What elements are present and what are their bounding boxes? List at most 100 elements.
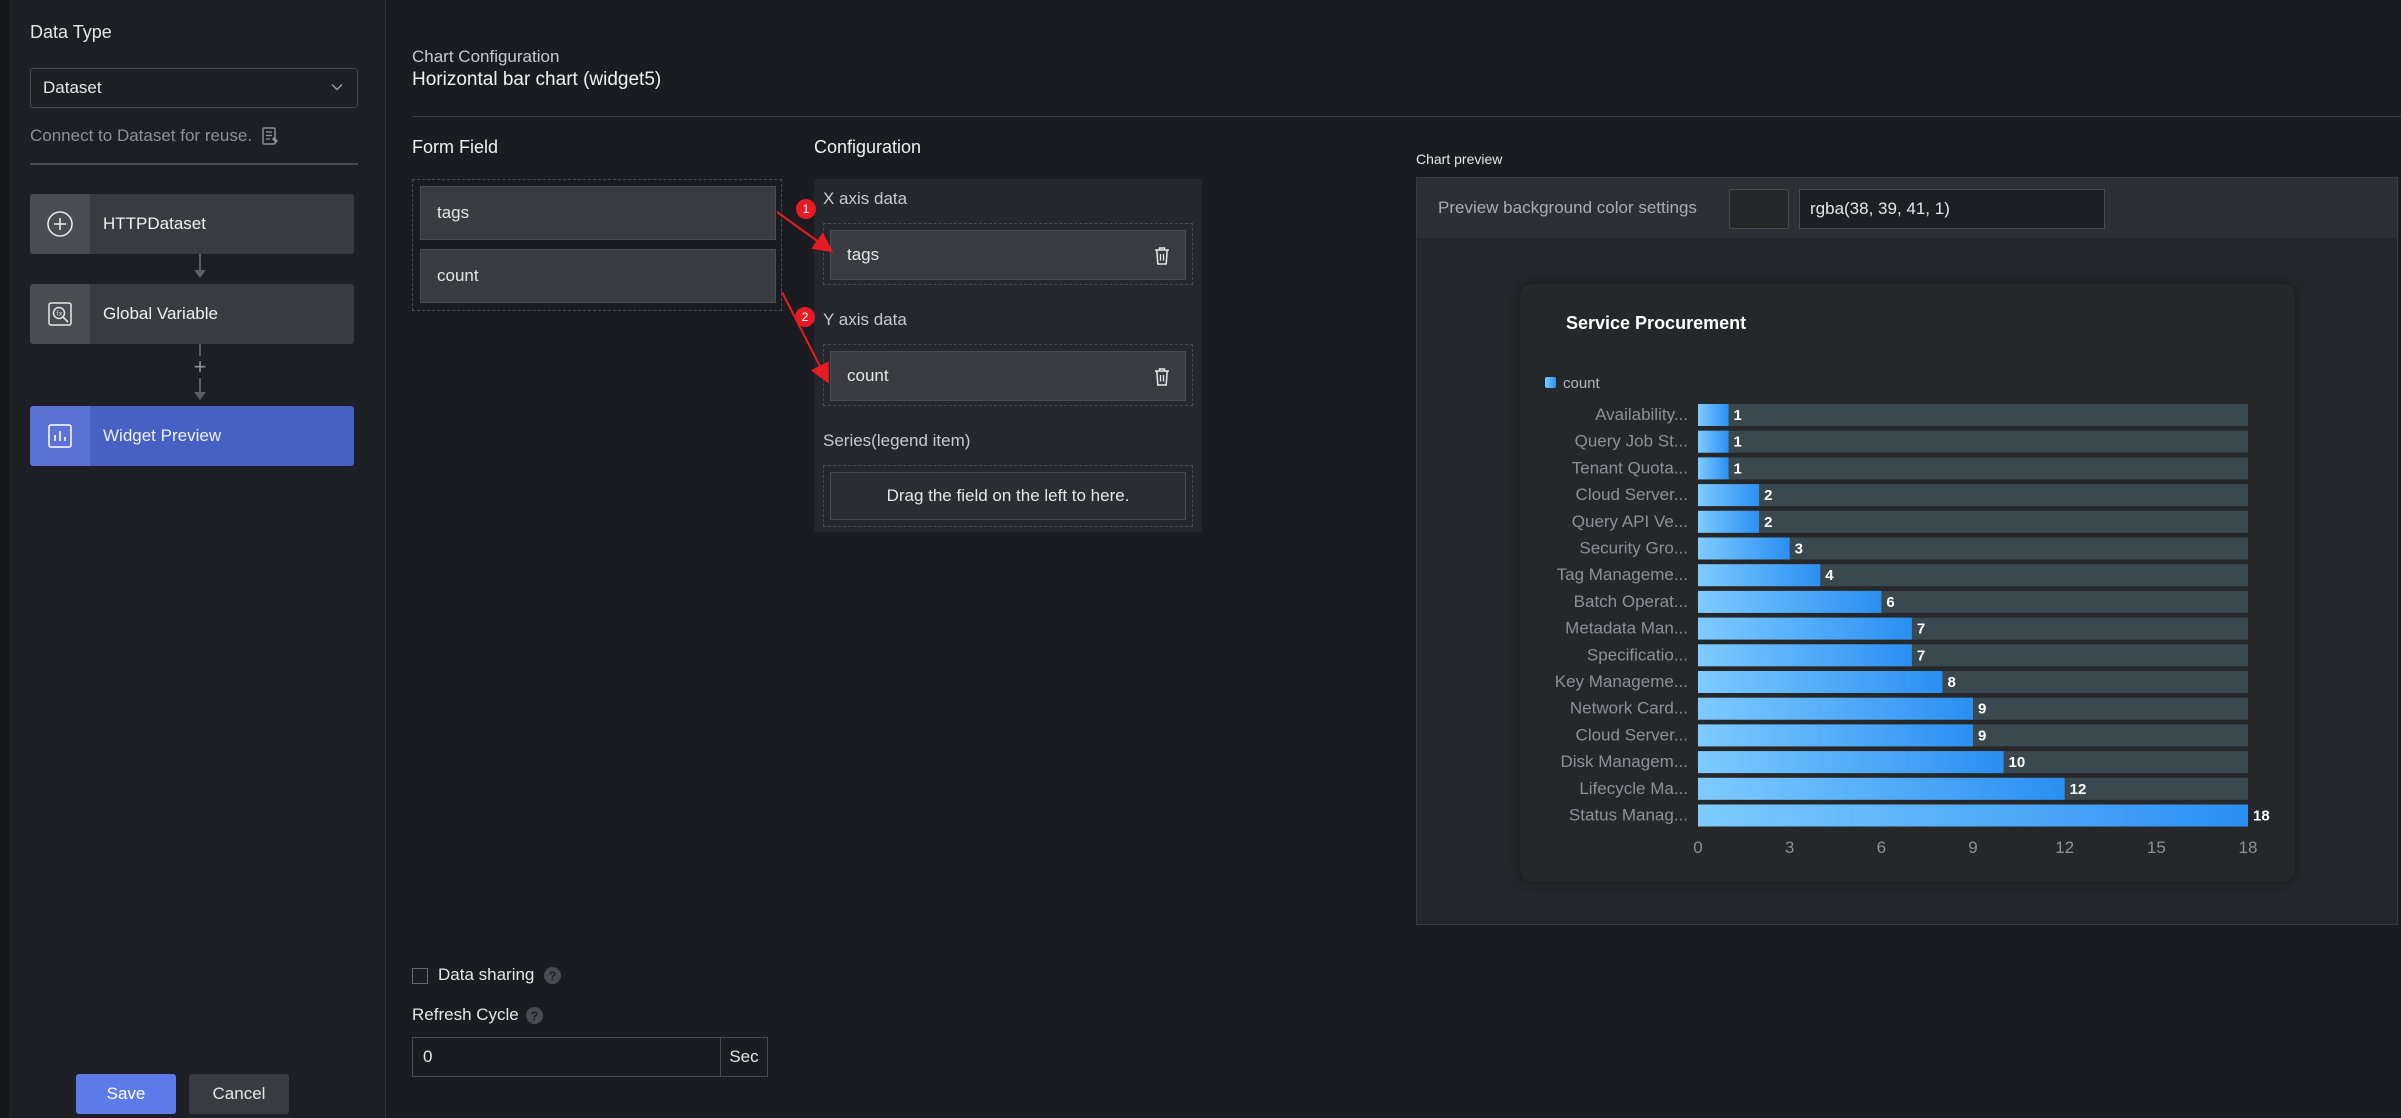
category-label: Disk Managem... — [1560, 752, 1688, 771]
widget-title: Horizontal bar chart (widget5) — [412, 69, 662, 90]
form-field-heading: Form Field — [412, 137, 499, 157]
bar — [1698, 590, 1882, 613]
category-label: Metadata Man... — [1565, 619, 1688, 638]
refresh-cycle-help-icon[interactable]: ? — [526, 1007, 543, 1024]
bar — [1698, 404, 1729, 426]
bar — [1698, 564, 1821, 587]
form-field-count[interactable]: count — [420, 249, 776, 303]
connector-arrow — [194, 392, 206, 400]
configuration-panel: X axis data tags Y axis data count Serie… — [814, 179, 1202, 532]
bg-color-input[interactable] — [1799, 189, 2105, 229]
data-sharing-label: Data sharing — [438, 965, 535, 984]
category-label: Availability... — [1595, 405, 1688, 424]
y-axis-field[interactable]: count — [830, 351, 1186, 401]
legend-swatch — [1545, 377, 1556, 388]
plus-icon[interactable]: + — [191, 356, 209, 378]
x-axis-field-label: tags — [847, 245, 880, 264]
data-label: 1 — [1734, 460, 1742, 477]
refresh-cycle-input[interactable] — [412, 1037, 720, 1077]
configuration-heading: Configuration — [814, 137, 922, 157]
bar-track — [1698, 484, 2248, 507]
category-label: Specificatio... — [1587, 645, 1688, 664]
step-widget-preview[interactable]: Widget Preview — [30, 406, 354, 466]
bar — [1698, 804, 2248, 827]
step-label: Global Variable — [103, 304, 218, 323]
y-axis-drop-zone[interactable]: count — [823, 344, 1193, 406]
data-label: 6 — [1886, 594, 1894, 611]
category-label: Lifecycle Ma... — [1579, 779, 1688, 798]
x-axis-label: X axis data — [823, 189, 908, 208]
data-sharing-help-icon[interactable]: ? — [544, 967, 561, 984]
x-tick-label: 6 — [1877, 838, 1886, 857]
svg-text:fx: fx — [56, 310, 62, 318]
category-label: Security Gro... — [1579, 539, 1688, 558]
refresh-cycle-label: Refresh Cycle — [412, 1005, 519, 1024]
category-label: Network Card... — [1570, 699, 1688, 718]
bar-track — [1698, 457, 2248, 480]
data-label: 7 — [1917, 647, 1925, 664]
category-label: Batch Operat... — [1574, 592, 1688, 611]
x-tick-label: 15 — [2147, 838, 2166, 857]
step-global-variable[interactable]: fx Global Variable — [30, 284, 354, 344]
bar — [1698, 617, 1912, 640]
category-label: Tenant Quota... — [1572, 458, 1688, 477]
preview-bg-label: Preview background color settings — [1438, 198, 1697, 217]
x-axis-drop-zone[interactable]: tags — [823, 223, 1193, 285]
data-label: 9 — [1978, 727, 1986, 744]
bar — [1698, 644, 1912, 667]
mapping-badge-2: 2 — [795, 307, 815, 327]
x-tick-label: 9 — [1968, 838, 1977, 857]
step-httpdataset[interactable]: HTTPDataset — [30, 194, 354, 254]
trash-icon[interactable] — [1153, 246, 1171, 266]
chart-configuration-label: Chart Configuration — [412, 47, 560, 66]
category-label: Query Job St... — [1575, 432, 1688, 451]
x-tick-label: 18 — [2239, 838, 2258, 857]
sidebar: Data Type Dataset Connect to Dataset for… — [9, 0, 386, 1118]
bar — [1698, 751, 2004, 774]
data-label: 9 — [1978, 701, 1986, 718]
data-label: 4 — [1825, 567, 1834, 584]
legend-label: count — [1563, 375, 1601, 392]
connect-dataset-hint: Connect to Dataset for reuse. — [30, 126, 280, 146]
step-connector — [199, 378, 201, 392]
save-button[interactable]: Save — [76, 1074, 176, 1114]
data-type-title: Data Type — [30, 22, 112, 42]
data-label: 10 — [2009, 754, 2026, 771]
data-type-select-value: Dataset — [43, 78, 102, 97]
bg-color-swatch[interactable] — [1729, 189, 1789, 229]
bar-track — [1698, 430, 2248, 453]
trash-icon[interactable] — [1153, 367, 1171, 387]
series-drop-zone[interactable]: Drag the field on the left to here. — [823, 465, 1193, 527]
step-label: Widget Preview — [103, 426, 222, 445]
form-field-tags[interactable]: tags — [420, 186, 776, 240]
document-icon[interactable] — [260, 126, 280, 146]
bar — [1698, 510, 1760, 533]
x-axis-field[interactable]: tags — [830, 230, 1186, 280]
bar — [1698, 671, 1943, 693]
bar — [1698, 457, 1729, 480]
chart-card: Service Procurement count Availability..… — [1520, 284, 2295, 882]
data-sharing-checkbox[interactable] — [412, 968, 428, 984]
x-tick-label: 12 — [2055, 838, 2074, 857]
bar — [1698, 430, 1729, 453]
category-label: Tag Manageme... — [1557, 565, 1688, 584]
cancel-button[interactable]: Cancel — [189, 1074, 289, 1114]
data-label: 3 — [1795, 541, 1803, 558]
x-tick-label: 0 — [1693, 838, 1702, 857]
bar — [1698, 777, 2065, 800]
data-label: 1 — [1734, 434, 1742, 451]
form-field-list: tags count — [412, 179, 782, 311]
data-label: 8 — [1947, 674, 1955, 691]
connector-arrow — [194, 270, 206, 278]
bar-chart: Service Procurement count Availability..… — [1545, 313, 2270, 857]
bar — [1698, 697, 1973, 720]
bar — [1698, 724, 1973, 747]
chevron-down-icon — [331, 83, 343, 91]
data-type-select[interactable]: Dataset — [30, 68, 358, 108]
variable-icon: fx — [30, 284, 90, 344]
preview-bg-settings: Preview background color settings — [1417, 178, 2397, 238]
data-label: 1 — [1734, 407, 1742, 424]
data-label: 12 — [2070, 781, 2087, 798]
category-label: Cloud Server... — [1576, 485, 1688, 504]
bar-track — [1698, 510, 2248, 533]
